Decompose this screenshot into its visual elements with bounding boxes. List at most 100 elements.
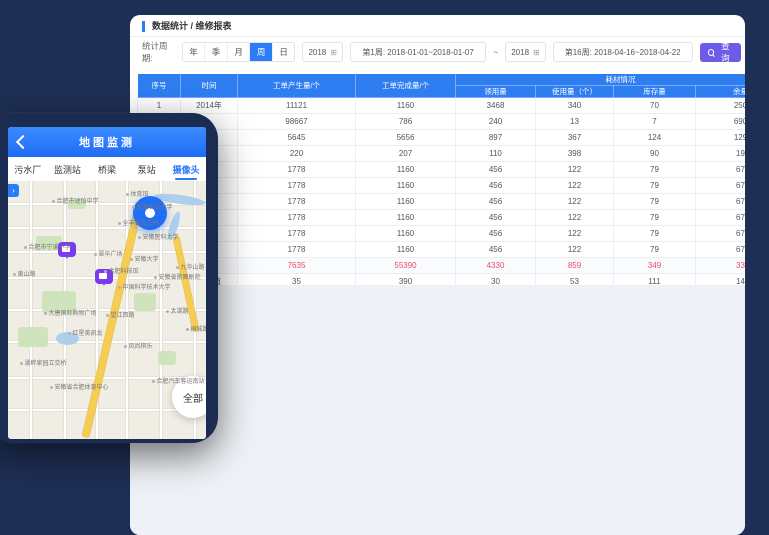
table-row: 177811604561227967 — [138, 194, 746, 210]
table-cell: 55390 — [356, 258, 456, 274]
phone-tab-泵站[interactable]: 泵站 — [127, 157, 167, 181]
map-view[interactable]: › 全部 合肥市琥珀中学体育馆安徽农业大学全丰省立交桥安徽医科大学合肥市宁溪小学… — [8, 181, 206, 439]
dashboard-card: 数据统计 / 维修报表 统计周期: 年季月周日 2018 ⊞ 第1周: 2018… — [130, 15, 745, 535]
col-group-consumables: 耗材情况 — [456, 74, 746, 86]
table-row: 177811604561227967 — [138, 226, 746, 242]
divider — [130, 36, 745, 37]
period-option-年[interactable]: 年 — [183, 43, 206, 61]
phone-tab-监测站[interactable]: 监测站 — [48, 157, 88, 181]
map-label: 九华山路 — [176, 265, 205, 271]
table-cell: 5656 — [356, 130, 456, 146]
year-start-select[interactable]: 2018 ⊞ — [302, 42, 343, 62]
table-cell: 1160 — [356, 162, 456, 178]
table-cell: 98667 — [238, 114, 356, 130]
table-cell: 340 — [536, 98, 614, 114]
period-option-季[interactable]: 季 — [205, 43, 228, 61]
period-label: 统计周期: — [142, 40, 175, 64]
year-end-select[interactable]: 2018 ⊞ — [505, 42, 546, 62]
back-chevron-icon[interactable] — [16, 135, 30, 149]
table-row: 12014年111211160346834070250 — [138, 98, 746, 114]
table-cell: 456 — [456, 210, 536, 226]
table-cell: 90 — [614, 146, 696, 162]
map-label: 合肥市宁溪小学 — [24, 245, 71, 251]
table-cell: 4330 — [456, 258, 536, 274]
table-cell: 122 — [536, 162, 614, 178]
table-cell: 79 — [614, 226, 696, 242]
table-cell: 13 — [536, 114, 614, 130]
table-cell: 1160 — [356, 242, 456, 258]
range-tilde: ~ — [493, 47, 498, 57]
map-road — [126, 181, 128, 439]
magnifier-icon — [708, 49, 714, 56]
period-option-日[interactable]: 日 — [273, 43, 295, 61]
report-table: 序号 时间 工单产生量/个 工单完成量/个 耗材情况 领用量 使用量（个） 库存… — [137, 73, 745, 290]
map-label: 太湖路 — [166, 309, 189, 315]
table-cell: 897 — [456, 130, 536, 146]
table-cell: 122 — [536, 194, 614, 210]
table-cell: 67 — [696, 210, 746, 226]
map-park — [158, 351, 176, 365]
table-cell: 124 — [614, 130, 696, 146]
table-cell: 7 — [614, 114, 696, 130]
filter-bar: 统计周期: 年季月周日 2018 ⊞ 第1周: 2018-01-01~2018-… — [142, 42, 745, 62]
map-park — [18, 327, 48, 347]
phone-tab-摄像头[interactable]: 摄像头 — [166, 157, 206, 181]
phone-tab-污水厂[interactable]: 污水厂 — [8, 157, 48, 181]
subcol-2: 使用量（个） — [536, 86, 614, 98]
table-cell: 367 — [536, 130, 614, 146]
table-cell: 1778 — [238, 242, 356, 258]
charts-section: 产生工单量 完成工单量 360323 耗材分析 2402001601208040 — [130, 285, 745, 535]
week-range-end-field[interactable]: 第16周: 2018-04-16~2018-04-22 — [553, 42, 693, 62]
phone-mockup: 地图监测 污水厂监测站桥梁泵站摄像头 — [0, 113, 218, 443]
panel-expander-button[interactable]: › — [8, 184, 19, 197]
phone-tab-桥梁[interactable]: 桥梁 — [87, 157, 127, 181]
table-cell: 67 — [696, 226, 746, 242]
table-row: 2202071103989019 — [138, 146, 746, 162]
phone-header: 地图监测 — [8, 127, 206, 157]
table-cell: 67 — [696, 162, 746, 178]
table-cell: 11121 — [238, 98, 356, 114]
map-label: 安徽农业大学 — [132, 205, 173, 211]
col-created: 工单产生量/个 — [238, 74, 356, 98]
subcol-1: 领用量 — [456, 86, 536, 98]
calendar-icon: ⊞ — [533, 48, 540, 57]
map-road — [30, 181, 32, 439]
table-row: 98667786240137690 — [138, 114, 746, 130]
table-cell: 349 — [614, 258, 696, 274]
table-cell: 1160 — [356, 194, 456, 210]
table-cell: 122 — [536, 226, 614, 242]
map-label: 安徽省歌舞剧院 — [154, 275, 201, 281]
map-label: 风尚棋乐 — [124, 344, 153, 350]
table-cell: 70 — [614, 98, 696, 114]
subcol-3: 库存量 — [614, 86, 696, 98]
table-cell: 122 — [536, 210, 614, 226]
table-cell: 122 — [536, 242, 614, 258]
map-label: 安徽医科大学 — [138, 235, 179, 241]
table-cell: 1778 — [238, 210, 356, 226]
table-cell: 1160 — [356, 178, 456, 194]
map-label: 湖畔家园立交桥 — [20, 361, 67, 367]
week-range-start-field[interactable]: 第1周: 2018-01-01~2018-01-07 — [350, 42, 486, 62]
table-cell: 1778 — [238, 194, 356, 210]
table-cell: 456 — [456, 178, 536, 194]
table-cell: 207 — [356, 146, 456, 162]
table-cell: 110 — [456, 146, 536, 162]
period-option-月[interactable]: 月 — [228, 43, 251, 61]
table-cell: 79 — [614, 210, 696, 226]
col-time: 时间 — [181, 74, 238, 98]
map-label: 望江西路 — [106, 313, 135, 319]
table-cell: 79 — [614, 162, 696, 178]
period-option-周[interactable]: 周 — [250, 43, 273, 61]
table-row: 177811604561227967 — [138, 242, 746, 258]
table-cell: 220 — [238, 146, 356, 162]
report-table-header: 序号 时间 工单产生量/个 工单完成量/个 耗材情况 领用量 使用量（个） 库存… — [138, 74, 746, 98]
map-label: 合肥科技馆 — [104, 269, 139, 275]
map-label: 黄山路 — [13, 272, 36, 278]
table-cell: 19 — [696, 146, 746, 162]
map-label: 中国科学技术大学 — [118, 285, 171, 291]
search-button[interactable]: 查询 — [700, 43, 741, 62]
map-label: 全丰省立交桥 — [118, 221, 159, 227]
table-cell: 2014年 — [181, 98, 238, 114]
map-label: 大唐国际购物广场 — [44, 311, 97, 317]
map-label: 体育馆 — [126, 192, 149, 198]
